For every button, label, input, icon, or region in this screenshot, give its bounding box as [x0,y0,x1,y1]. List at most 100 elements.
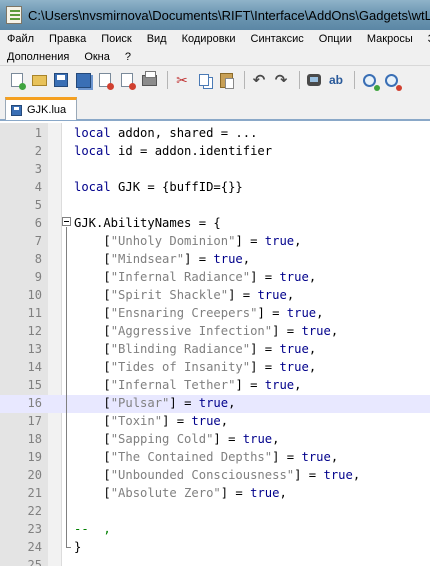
replace-button[interactable]: ab [327,71,345,89]
code-token: , [308,270,317,284]
zoom-out-button[interactable] [382,71,402,91]
cut-button[interactable]: ✂ [173,71,191,89]
code-line[interactable]: 17 ["Toxin"] = true, [0,413,430,431]
toolbar-separator [354,71,355,89]
menu-file[interactable]: Файл [6,33,35,45]
string-token: "Sapping Cold" [110,432,214,446]
menu-language[interactable]: Синтаксис [250,33,305,45]
code-line[interactable]: 21 ["Absolute Zero"] = true, [0,485,430,503]
file-saved-icon [11,104,22,116]
menu-macro[interactable]: Макросы [366,33,414,45]
close-file-icon [99,73,114,90]
code-token: , [316,306,324,320]
line-number: 10 [27,288,42,302]
title-bar[interactable]: C:\Users\nvsmirnova\Documents\RIFT\Inter… [0,0,430,30]
keyword-token: true [301,450,331,464]
code-text: ["Sapping Cold"] = true, [74,432,279,446]
code-line[interactable]: 8 ["Mindsear"] = true, [0,251,430,269]
code-line[interactable]: 10 ["Spirit Shackle"] = true, [0,287,430,305]
code-line[interactable]: 14 ["Tides of Insanity"] = true, [0,359,430,377]
undo-button[interactable]: ↶ [250,71,268,89]
code-line[interactable]: 15 ["Infernal Tether"] = true, [0,377,430,395]
code-text: ["Absolute Zero"] = true, [74,486,287,500]
code-token: , [279,486,287,500]
redo-icon: ↷ [274,71,288,89]
zoom-in-button[interactable] [360,71,380,91]
save-button[interactable] [52,71,70,89]
code-line[interactable]: 3 [0,161,430,179]
code-token: , [330,324,339,338]
menu-edit[interactable]: Правка [48,33,87,45]
menu-encoding[interactable]: Кодировки [181,33,237,45]
code-line[interactable]: 12 ["Aggressive Infection"] = true, [0,323,430,341]
code-line[interactable]: 24} [0,539,430,557]
code-token: ] = [228,288,258,302]
code-line[interactable]: 25 [0,557,430,566]
find-button[interactable] [305,71,323,89]
tab-gjk-lua[interactable]: GJK.lua [5,97,77,120]
code-line[interactable]: 7 ["Unholy Dominion"] = true, [0,233,430,251]
copy-button[interactable] [195,71,213,89]
code-line[interactable]: 19 ["The Contained Depths"] = true, [0,449,430,467]
string-token: "Tides of Insanity" [110,360,251,374]
string-token: "The Contained Depths" [110,450,273,464]
close-file-button[interactable] [96,71,114,90]
code-text: ["Blinding Radiance"] = true, [74,342,316,356]
code-editor[interactable]: 1 local addon, shared = ... 2 local id = ad… [0,123,430,566]
line-number: 23 [27,522,42,536]
code-line[interactable]: 1 local addon, shared = ... [0,125,430,143]
code-token: id = addon.identifier [110,144,273,158]
menu-plugins[interactable]: Дополнения [6,51,70,63]
close-all-button[interactable] [118,71,136,90]
menu-settings[interactable]: Опции [318,33,353,45]
code-line[interactable]: 22 [0,503,430,521]
save-all-button[interactable] [74,71,92,89]
code-line[interactable]: 5 [0,197,430,215]
code-line[interactable]: 2 local id = addon.identifier [0,143,430,161]
keyword-token: true [264,234,295,248]
replace-icon: ab [328,73,343,87]
code-token: [ [74,288,111,302]
code-line[interactable]: 9 ["Infernal Radiance"] = true, [0,269,430,287]
fold-guide [66,227,67,547]
keyword-token: true [257,288,287,302]
code-line[interactable]: 23 -- , [0,521,430,539]
code-text: ["Tides of Insanity"] = true, [74,360,316,374]
menu-window[interactable]: Окна [83,51,111,63]
menu-view[interactable]: Вид [146,33,168,45]
open-file-button[interactable] [30,71,48,89]
code-line[interactable]: 16 ["Pulsar"] = true, [0,395,430,413]
code-token: addon, shared = ... [110,126,258,140]
toolbar: ✂ ↶ ↷ ab [0,66,430,94]
new-file-button[interactable] [8,71,26,90]
line-number: 20 [27,468,42,482]
code-token: ] = [272,450,302,464]
menu-help[interactable]: ? [124,51,132,63]
line-number: 22 [27,504,42,518]
code-text: local id = addon.identifier [74,144,272,158]
code-token: ] = [184,252,214,266]
fold-toggle-icon[interactable] [62,217,71,226]
menu-search[interactable]: Поиск [100,33,132,45]
zoom-out-icon [384,73,402,91]
redo-button[interactable]: ↷ [272,71,290,89]
code-line[interactable]: 13 ["Blinding Radiance"] = true, [0,341,430,359]
paste-icon [219,72,234,89]
paste-button[interactable] [217,71,235,89]
print-button[interactable] [140,70,158,89]
keyword-token: true [279,360,309,374]
code-token: [ [74,468,111,482]
code-token: [ [74,252,111,266]
find-icon [307,74,321,86]
line-number: 12 [27,324,42,338]
notepad-plus-plus-app-icon [6,6,22,24]
code-line[interactable]: 20 ["Unbounded Consciousness"] = true, [0,467,430,485]
code-line[interactable]: 4 local GJK = {buffID={}} [0,179,430,197]
code-token: , [352,468,361,482]
code-token: [ [74,270,111,284]
code-text: } [74,540,81,554]
code-line[interactable]: 18 ["Sapping Cold"] = true, [0,431,430,449]
keyword-token: true [286,306,317,320]
string-token: "Toxin" [110,414,163,428]
code-line[interactable]: 11 ["Ensnaring Creepers"] = true, [0,305,430,323]
